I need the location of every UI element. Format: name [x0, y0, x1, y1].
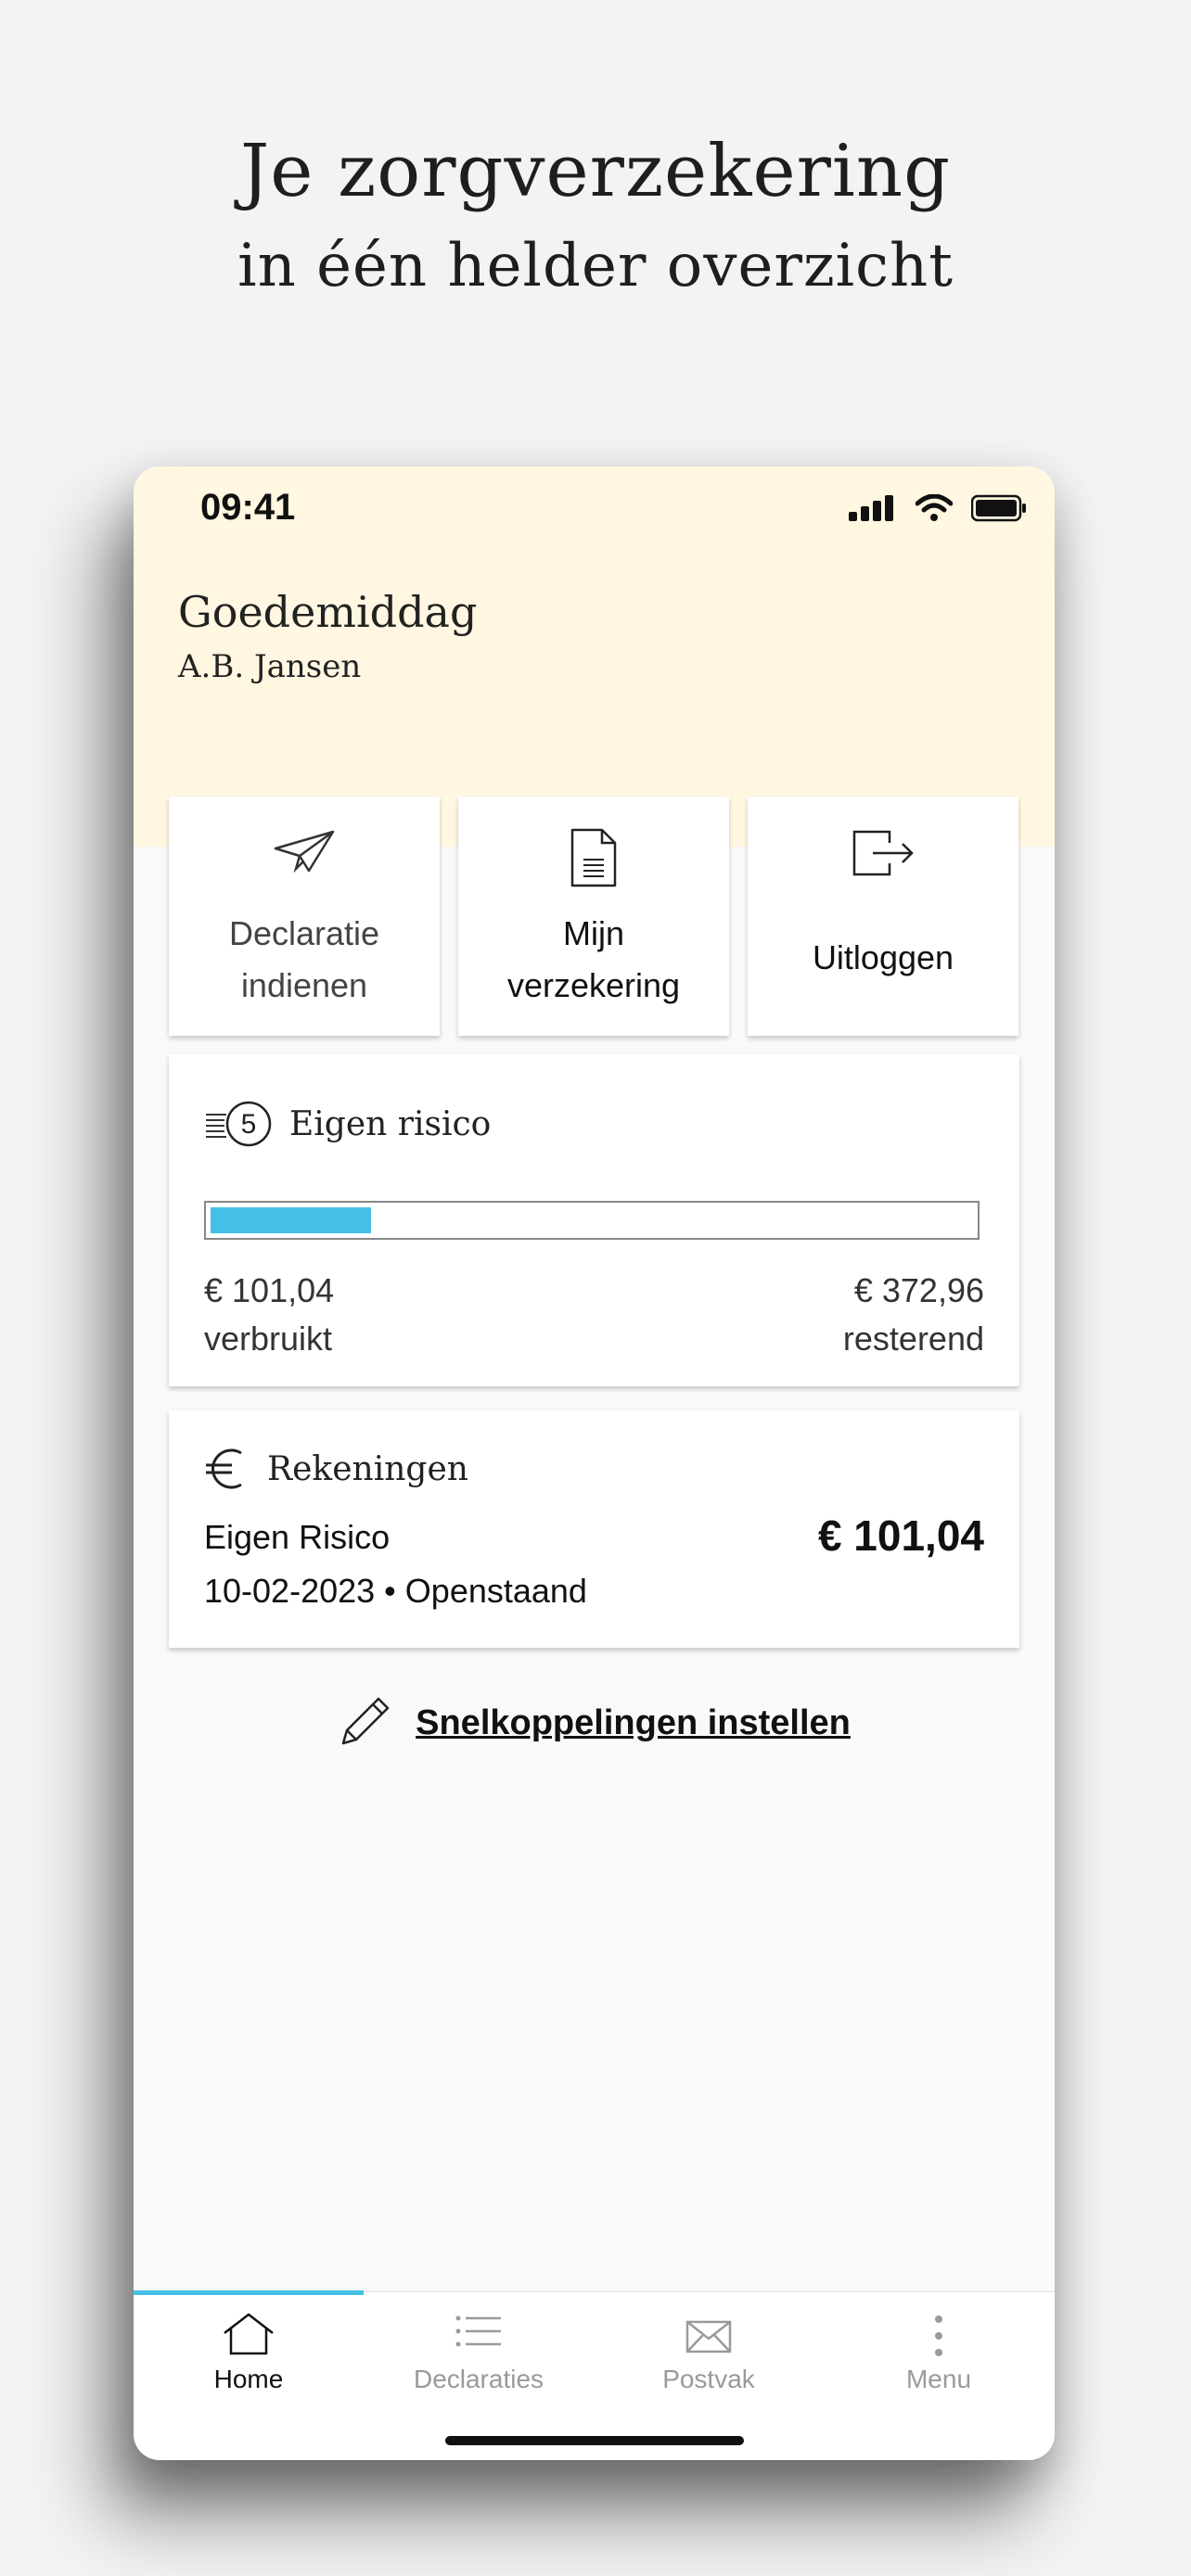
logout-icon — [748, 830, 1018, 876]
coins-five-icon: 5 — [206, 1101, 272, 1147]
declaratie-indienen-tile[interactable]: Declaratie indienen — [169, 797, 440, 1036]
signal-icon — [849, 495, 893, 521]
remaining-label: resterend — [842, 1320, 984, 1358]
remaining-amount: € 372,96 — [853, 1271, 984, 1309]
rekeningen-card[interactable]: Rekeningen Eigen Risico € 101,04 10-02-2… — [169, 1410, 1019, 1648]
status-time: 09:41 — [200, 487, 296, 528]
eigen-risico-progress-fill — [211, 1207, 371, 1233]
euro-icon — [206, 1448, 242, 1489]
svg-text:5: 5 — [241, 1109, 257, 1140]
eigen-risico-progress-bar — [204, 1201, 980, 1240]
used-amount: € 101,04 — [204, 1271, 335, 1309]
user-name: A.B. Jansen — [178, 648, 362, 685]
bill-status: Openstaand — [404, 1572, 587, 1610]
paper-plane-icon — [169, 830, 440, 873]
promo-subtitle: in één helder overzicht — [237, 232, 954, 300]
status-icons — [849, 494, 1027, 522]
list-icon — [364, 2313, 594, 2350]
pencil-icon — [341, 1697, 390, 1745]
tile-label-line2: indienen — [240, 966, 368, 1004]
tab-label: Menu — [905, 2365, 972, 2393]
tile-label-line1: Declaratie — [228, 914, 380, 952]
bill-meta: 10-02-2023 • Openstaand — [204, 1572, 587, 1611]
rekeningen-title: Rekeningen — [267, 1449, 468, 1488]
tile-label-line2: verzekering — [506, 966, 681, 1004]
battery-icon — [971, 494, 1026, 522]
rekeningen-header: Rekeningen — [204, 1446, 468, 1492]
tile-label: Uitloggen — [812, 938, 954, 976]
greeting: Goedemiddag — [178, 587, 478, 637]
bill-type: Eigen Risico — [204, 1518, 391, 1556]
tab-label: Postvak — [662, 2365, 755, 2393]
home-indicator — [445, 2436, 744, 2445]
bill-separator: • — [384, 1572, 396, 1610]
tab-label: Declaraties — [413, 2365, 544, 2393]
envelope-icon — [594, 2320, 824, 2353]
tab-postvak[interactable]: Postvak — [594, 2292, 824, 2404]
uitloggen-tile[interactable]: Uitloggen — [748, 797, 1018, 1036]
wifi-icon — [916, 494, 953, 521]
tab-label: Home — [213, 2365, 284, 2393]
tab-menu[interactable]: Menu — [824, 2292, 1054, 2404]
tab-home[interactable]: Home — [134, 2292, 364, 2404]
promo-title: Je zorgverzekering — [239, 130, 952, 213]
shortcuts-row[interactable]: Snelkoppelingen instellen — [134, 1697, 1055, 1749]
tab-declaraties[interactable]: Declaraties — [364, 2292, 594, 2404]
home-icon — [134, 2313, 364, 2355]
document-icon — [458, 828, 729, 887]
shortcuts-link[interactable]: Snelkoppelingen instellen — [416, 1703, 851, 1743]
more-vertical-icon — [824, 2315, 1054, 2357]
bottom-tab-bar: Home Declaraties Postvak Menu — [134, 2290, 1055, 2460]
used-label: verbruikt — [204, 1320, 333, 1358]
eigen-risico-header: 5 Eigen risico — [204, 1101, 491, 1147]
eigen-risico-title: Eigen risico — [289, 1104, 492, 1143]
tile-label-line1: Mijn — [562, 914, 624, 952]
eigen-risico-card[interactable]: 5 Eigen risico € 101,04 verbruikt € 372,… — [169, 1054, 1019, 1386]
mijn-verzekering-tile[interactable]: Mijn verzekering — [458, 797, 729, 1036]
phone-screen: 09:41 Goedemiddag A.B. Jansen Declaratie… — [134, 466, 1055, 2460]
bill-date: 10-02-2023 — [204, 1572, 376, 1610]
bill-amount: € 101,04 — [817, 1511, 984, 1560]
